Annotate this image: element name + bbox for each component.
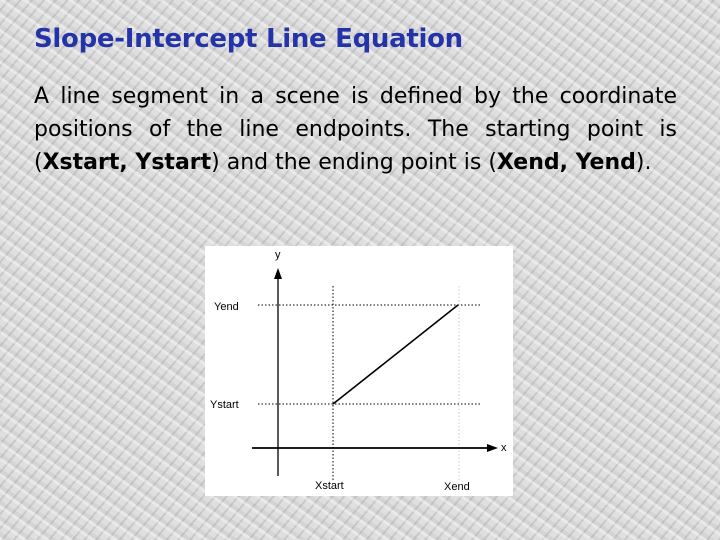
- body-text-part: ).: [635, 150, 652, 175]
- yend-label: Yend: [214, 301, 239, 313]
- ystart-label: Ystart: [210, 399, 239, 411]
- slide-title: Slope-Intercept Line Equation: [34, 24, 463, 54]
- xend-label: Xend: [444, 481, 470, 493]
- slide-body-text: A line segment in a scene is defined by …: [34, 80, 677, 179]
- y-axis-label: y: [275, 249, 281, 261]
- line-segment: [332, 304, 459, 405]
- x-axis-label: x: [501, 442, 507, 454]
- x-axis-arrow: [487, 444, 498, 452]
- end-point-text: Xend, Yend: [496, 150, 636, 175]
- body-text-part: ) and the ending point is (: [211, 150, 497, 175]
- line-segment-diagram: y x Yend Ystart Xstart Xend: [205, 246, 513, 496]
- start-point-text: Xstart, Ystart: [42, 150, 212, 175]
- xstart-label: Xstart: [315, 480, 344, 492]
- y-axis-arrow: [274, 268, 282, 279]
